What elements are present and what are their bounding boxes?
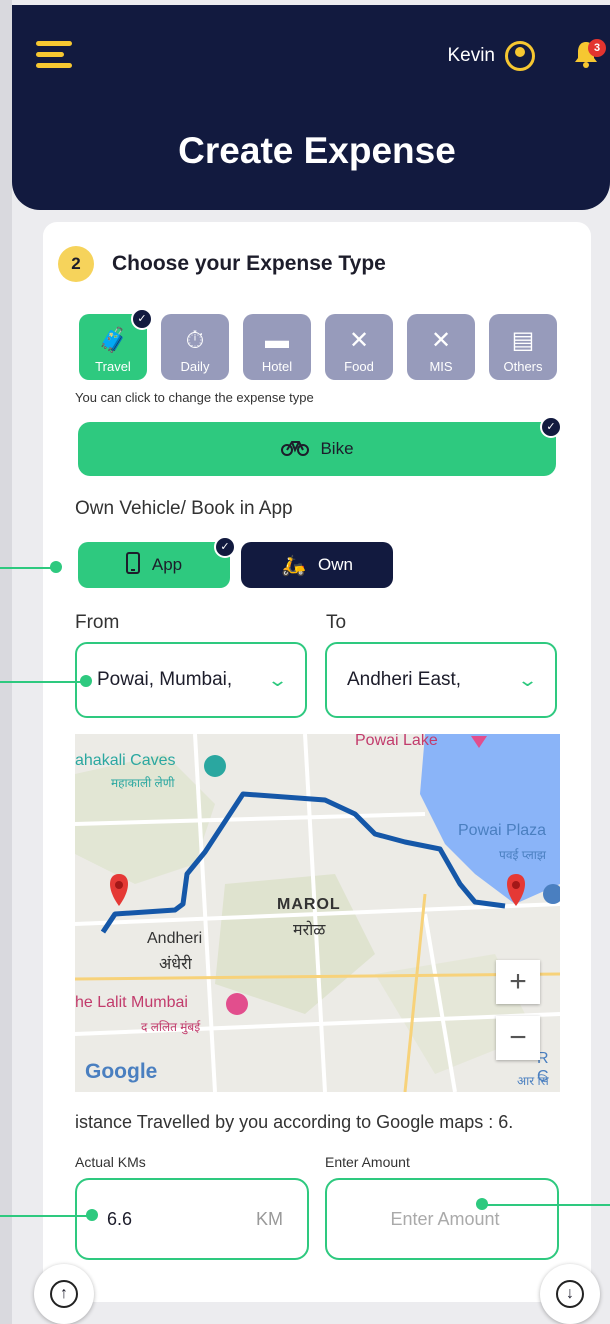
chevron-down-icon: ⌄ xyxy=(266,669,289,690)
user-avatar-icon xyxy=(505,41,535,71)
amount-label: Enter Amount xyxy=(325,1154,410,1170)
expense-type-label: Hotel xyxy=(261,359,293,374)
map-label-andheri-hi: अंधेरी xyxy=(159,956,192,973)
expense-type-hotel[interactable]: ▬ Hotel xyxy=(243,314,311,380)
from-select[interactable]: Powai, Mumbai, ⌄ xyxy=(75,642,307,718)
expense-type-label: Travel xyxy=(95,359,131,374)
arrow-down-icon: ↓ xyxy=(556,1280,584,1308)
map-label-powai-plaza-hi: पवई प्लाझ xyxy=(499,848,546,862)
vehicle-bike-button[interactable]: Bike ✓ xyxy=(78,416,562,476)
expense-type-label: Daily xyxy=(180,359,210,374)
bicycle-icon xyxy=(280,437,310,462)
map-label-marol: MAROL xyxy=(277,896,341,913)
actual-km-input[interactable]: 6.6 KM xyxy=(75,1178,309,1260)
expense-form-card: 2 Choose your Expense Type 🧳 Travel ✓ ⏱ … xyxy=(43,222,591,1302)
notification-count-badge: 3 xyxy=(588,39,606,57)
map-label-lalit-hi: द ललित मुंबई xyxy=(141,1020,201,1034)
notification-bell-icon[interactable]: 3 xyxy=(572,39,606,71)
expense-type-hint: You can click to change the expense type xyxy=(75,390,314,405)
km-unit: KM xyxy=(256,1208,283,1229)
mode-own-label: Own xyxy=(317,555,353,574)
mode-app-label: App xyxy=(151,555,183,574)
step-header: 2 Choose your Expense Type xyxy=(58,246,386,282)
callout-dot xyxy=(80,675,92,687)
bed-icon: ▬ xyxy=(265,327,289,354)
expense-type-others[interactable]: ▤ Others xyxy=(489,314,557,380)
selected-check-icon: ✓ xyxy=(540,416,562,438)
scroll-up-button[interactable]: ↑ xyxy=(34,1264,94,1324)
step-number-badge: 2 xyxy=(58,246,94,282)
map-zoom-out-button[interactable]: − xyxy=(496,1016,540,1060)
amount-placeholder: Enter Amount xyxy=(390,1208,500,1229)
google-logo: Google xyxy=(85,1060,158,1083)
to-value: Andheri East, xyxy=(347,669,462,690)
route-map[interactable]: Powai Lake ahakali Caves महाकाली लेणी Po… xyxy=(75,734,560,1092)
callout-line xyxy=(482,1204,610,1206)
map-label-powai-lake: Powai Lake xyxy=(355,734,438,749)
distance-text: istance Travelled by you according to Go… xyxy=(75,1112,514,1132)
app-header: Kevin 3 Create Expense xyxy=(12,5,610,210)
actual-km-value: 6.6 xyxy=(107,1208,133,1229)
callout-line xyxy=(0,681,82,683)
chevron-down-icon: ⌄ xyxy=(516,669,539,690)
selected-check-icon: ✓ xyxy=(131,308,153,330)
map-label-lalit: he Lalit Mumbai xyxy=(75,994,188,1011)
luggage-icon: 🧳 xyxy=(98,327,128,354)
map-zoom-in-button[interactable]: + xyxy=(496,960,540,1004)
expense-type-travel[interactable]: 🧳 Travel ✓ xyxy=(79,308,153,380)
arrow-up-icon: ↑ xyxy=(50,1280,78,1308)
daily-icon: ⏱ xyxy=(185,327,205,354)
callout-line xyxy=(0,1215,88,1217)
expense-type-label: MIS xyxy=(429,359,453,374)
from-value: Powai, Mumbai, xyxy=(97,669,233,690)
selected-check-icon: ✓ xyxy=(214,536,236,558)
expense-type-selector: 🧳 Travel ✓ ⏱ Daily ▬ Hotel ✕ Food ✕ MIS … xyxy=(79,308,557,380)
hamburger-menu-icon[interactable] xyxy=(36,41,72,69)
mode-own-button[interactable]: 🛵 Own xyxy=(241,542,393,588)
to-label: To xyxy=(326,612,347,633)
callout-line xyxy=(0,567,52,569)
expense-type-label: Food xyxy=(344,359,374,374)
callout-dot xyxy=(50,561,62,573)
map-label-powai-plaza: Powai Plaza xyxy=(458,822,547,839)
callout-dot xyxy=(476,1198,488,1210)
expense-type-mis[interactable]: ✕ MIS xyxy=(407,314,475,380)
map-label-mahakali-hi: महाकाली लेणी xyxy=(111,776,175,790)
scooter-icon: 🛵 xyxy=(281,554,306,577)
cutlery-icon: ✕ xyxy=(430,327,452,354)
cutlery-icon: ✕ xyxy=(348,327,370,354)
map-label-rc-hi: आर सि xyxy=(517,1074,549,1088)
expense-type-label: Others xyxy=(503,359,543,374)
to-select[interactable]: Andheri East, ⌄ xyxy=(325,642,557,718)
mode-app-button[interactable]: App ✓ xyxy=(78,536,236,588)
amount-input[interactable]: Enter Amount xyxy=(325,1178,559,1260)
from-label: From xyxy=(75,612,120,633)
vehicle-label: Bike xyxy=(320,439,354,458)
phone-icon xyxy=(125,551,140,579)
others-icon: ▤ xyxy=(511,327,535,354)
scroll-down-button[interactable]: ↓ xyxy=(540,1264,600,1324)
step-title: Choose your Expense Type xyxy=(112,252,386,275)
vehicle-mode-label: Own Vehicle/ Book in App xyxy=(75,498,293,519)
user-profile[interactable]: Kevin xyxy=(447,41,535,71)
callout-dot xyxy=(86,1209,98,1221)
user-name: Kevin xyxy=(447,45,495,66)
map-label-marol-hi: मरोळ xyxy=(293,922,326,939)
expense-type-daily[interactable]: ⏱ Daily xyxy=(161,314,229,380)
map-label-andheri: Andheri xyxy=(147,930,203,947)
actual-km-label: Actual KMs xyxy=(75,1154,146,1170)
side-edge xyxy=(0,0,12,1324)
expense-type-food[interactable]: ✕ Food xyxy=(325,314,393,380)
page-title: Create Expense xyxy=(178,130,456,171)
map-label-mahakali: ahakali Caves xyxy=(75,752,176,769)
